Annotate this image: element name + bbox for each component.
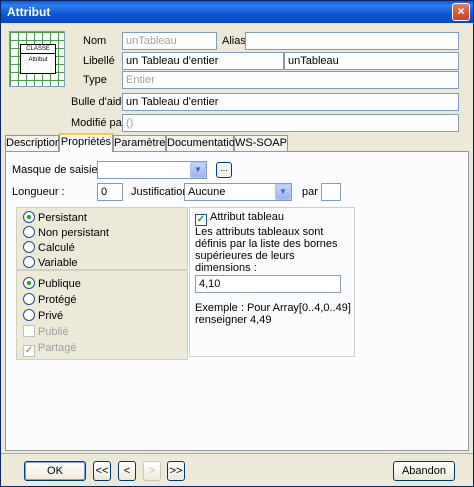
chevron-down-icon[interactable]: ▼ [275, 184, 291, 200]
masque-dots-button[interactable]: ... [216, 162, 232, 178]
checkbox-label: Publié [38, 326, 69, 338]
radio-variable[interactable]: Variable [23, 256, 78, 269]
radio-calcule[interactable]: Calculé [23, 241, 75, 254]
check-icon: ✓ [23, 345, 35, 357]
radio-label: Persistant [38, 212, 87, 224]
type-field[interactable]: Entier [122, 71, 459, 89]
checkbox-partage[interactable]: ✓ Partagé [23, 342, 77, 357]
radio-label: Privé [38, 310, 64, 322]
nom-field[interactable]: unTableau [122, 32, 217, 50]
class-grid-icon: CLASSE Attribut [9, 31, 65, 87]
previous-record-button[interactable]: < [118, 461, 136, 481]
bulle-field[interactable]: un Tableau d'entier [122, 93, 459, 111]
tableau-dimensions-field[interactable]: 4,10 [195, 275, 341, 293]
checkbox-label: Attribut tableau [210, 211, 284, 223]
nom-label: Nom [83, 35, 107, 47]
alias-field[interactable] [245, 32, 459, 50]
persistence-group: Persistant Non persistant Calculé Variab… [16, 207, 188, 270]
libelle-field-2[interactable]: unTableau [284, 52, 459, 70]
cancel-button[interactable]: Abandon [393, 461, 455, 481]
check-icon: ✓ [195, 214, 207, 226]
modifie-field[interactable]: () [122, 114, 459, 132]
tab-proprietes[interactable]: Propriétés [59, 133, 113, 152]
attribut-dialog: Attribut × CLASSE Attribut Nom unTableau… [0, 0, 474, 487]
class-box-top-text: CLASSE [21, 45, 55, 54]
radio-prive[interactable]: Privé [23, 309, 63, 322]
first-record-button[interactable]: << [93, 461, 111, 481]
radio-dot-icon [23, 241, 35, 253]
longueur-label: Longueur : [12, 186, 65, 198]
radio-label: Non persistant [38, 227, 109, 239]
checkbox-attribut-tableau[interactable]: ✓ Attribut tableau [195, 211, 284, 226]
radio-dot-icon [23, 293, 35, 305]
visibility-group: Publique Protégé Privé Publié ✓ Partagé [16, 270, 188, 360]
masque-label: Masque de saisie : [12, 164, 104, 176]
radio-publique[interactable]: Publique [23, 277, 81, 290]
class-box: CLASSE Attribut [20, 44, 56, 74]
close-icon[interactable]: × [452, 3, 470, 21]
par-field[interactable] [321, 183, 341, 201]
radio-persistant[interactable]: Persistant [23, 211, 87, 224]
proprietes-panel: Masque de saisie : ▼ ... Longueur : 0 Ju… [5, 151, 469, 451]
radio-dot-icon [23, 226, 35, 238]
tab-description[interactable]: Description [5, 135, 61, 151]
par-label: par [302, 186, 318, 198]
radio-dot-icon [23, 211, 35, 223]
class-box-bottom-text: Attribut [28, 57, 48, 63]
longueur-field[interactable]: 0 [97, 183, 123, 201]
title-bar: Attribut × [1, 1, 473, 23]
ok-button[interactable]: OK [24, 461, 86, 481]
tab-parametres[interactable]: Paramètres [113, 135, 171, 151]
window-title: Attribut [7, 5, 51, 19]
radio-label: Protégé [38, 294, 77, 306]
tab-ws-soap[interactable]: WS-SOAP [234, 135, 288, 151]
last-record-button[interactable]: >> [167, 461, 185, 481]
radio-protege[interactable]: Protégé [23, 293, 77, 306]
libelle-label: Libellé [83, 55, 115, 67]
radio-label: Calculé [38, 242, 75, 254]
radio-dot-icon [23, 277, 35, 289]
type-label: Type [83, 74, 107, 86]
libelle-field-1[interactable]: un Tableau d'entier [122, 52, 284, 70]
chevron-down-icon[interactable]: ▼ [190, 162, 206, 178]
radio-non-persistant[interactable]: Non persistant [23, 226, 109, 239]
alias-label: Alias [222, 35, 246, 47]
radio-label: Variable [38, 257, 78, 269]
bulle-label: Bulle d'aide [71, 96, 128, 108]
tableau-description: Les attributs tableaux sont définis par … [195, 226, 338, 274]
next-record-button[interactable]: > [143, 461, 161, 481]
checkbox-icon [23, 325, 35, 337]
radio-label: Publique [38, 278, 81, 290]
checkbox-label: Partagé [38, 342, 77, 354]
checkbox-publie[interactable]: Publié [23, 325, 69, 338]
radio-dot-icon [23, 256, 35, 268]
radio-dot-icon [23, 309, 35, 321]
bottom-separator [1, 453, 473, 454]
tableau-example: Exemple : Pour Array[0..4,0..49] renseig… [195, 302, 351, 326]
tab-documentation[interactable]: Documentation [166, 135, 241, 151]
tableau-group: ✓ Attribut tableau Les attributs tableaux… [189, 207, 355, 357]
modifie-label: Modifié par [71, 117, 126, 129]
